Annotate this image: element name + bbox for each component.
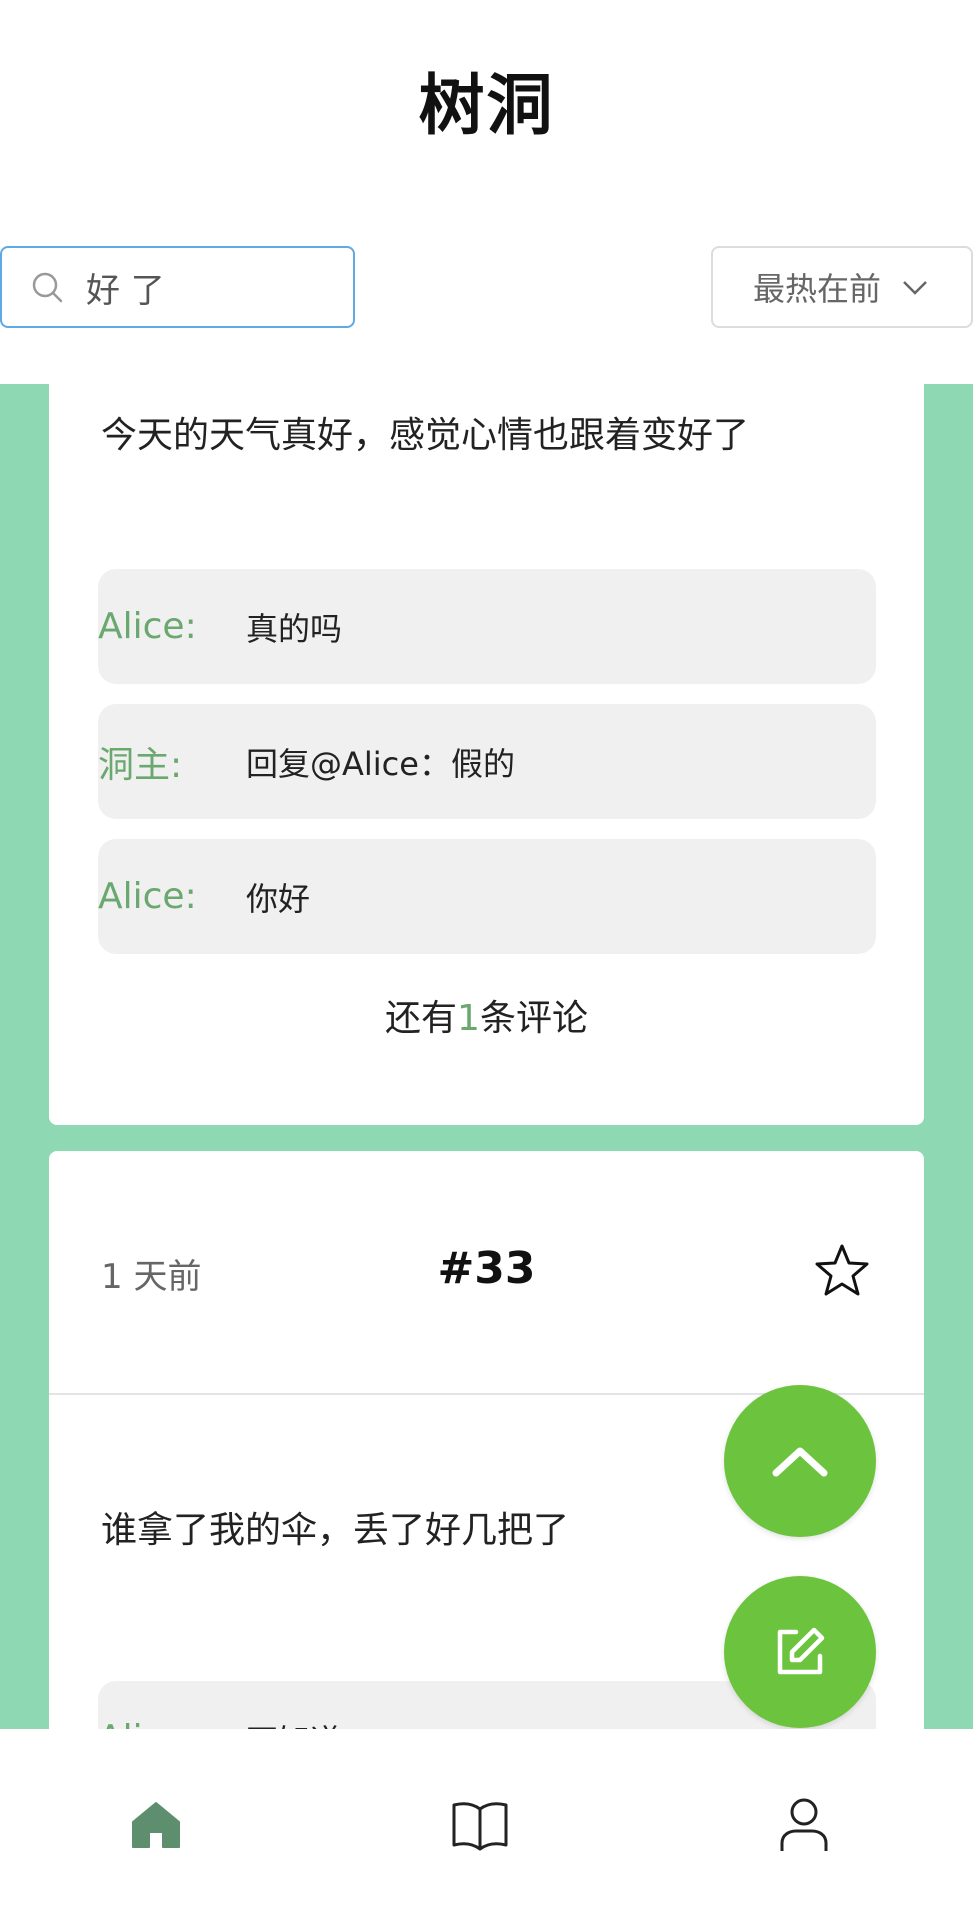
sort-select[interactable]: 最热在前 (711, 246, 973, 328)
page-title: 树洞 (418, 67, 555, 144)
home-icon (132, 1801, 180, 1848)
search-input[interactable] (84, 266, 324, 308)
more-comments-link[interactable]: 还有1条评论 (49, 989, 924, 1041)
chevron-up-icon (772, 1447, 828, 1477)
more-comments-prefix: 还有 (385, 998, 458, 1039)
comment-item[interactable]: 洞主: 回复@Alice：假的 (98, 704, 876, 819)
tab-user[interactable] (744, 1729, 864, 1920)
more-comments-suffix: 条评论 (479, 998, 588, 1039)
comment-item[interactable]: Alice: 你好 (98, 839, 876, 954)
comment-text: 真的吗 (246, 609, 343, 648)
star-icon[interactable] (812, 1241, 872, 1301)
post-text: 今天的天气真好，感觉心情也跟着变好了 (101, 415, 750, 456)
bottom-tab-bar (0, 1729, 973, 1920)
comment-author: Alice: (98, 606, 197, 647)
search-row: 最热在前 (0, 246, 973, 328)
edit-icon (777, 1627, 825, 1675)
app-header: 树洞 (0, 0, 973, 200)
comment-author: Alice: (98, 876, 197, 917)
post-id: #33 (437, 1243, 536, 1294)
comment-author: 洞主: (98, 744, 183, 786)
book-icon (452, 1801, 508, 1850)
tab-home[interactable] (96, 1729, 216, 1920)
comment-text: 回复@Alice：假的 (246, 744, 515, 783)
scroll-to-top-button[interactable] (724, 1385, 876, 1537)
search-icon (32, 272, 63, 303)
user-icon (780, 1798, 828, 1851)
comment-author: Ali (98, 1718, 246, 1729)
comment-text: 你好 (246, 879, 311, 918)
post-card[interactable]: 今天的天气真好，感觉心情也跟着变好了 Alice: 真的吗 洞主: 回复@Ali… (49, 384, 924, 1125)
sort-select-label: 最热在前 (752, 270, 881, 308)
search-field[interactable] (0, 246, 355, 328)
tab-book[interactable] (420, 1729, 540, 1920)
comment-text: 不知道 (246, 1716, 342, 1730)
post-meta: 1 天前 #33 (49, 1151, 924, 1395)
chevron-down-icon (903, 281, 927, 295)
comment-item[interactable]: Alice: 真的吗 (98, 569, 876, 684)
new-post-button[interactable] (724, 1576, 876, 1728)
post-text: 谁拿了我的伞，丢了好几把了 (101, 1510, 570, 1551)
more-comments-count: 1 (457, 998, 480, 1039)
